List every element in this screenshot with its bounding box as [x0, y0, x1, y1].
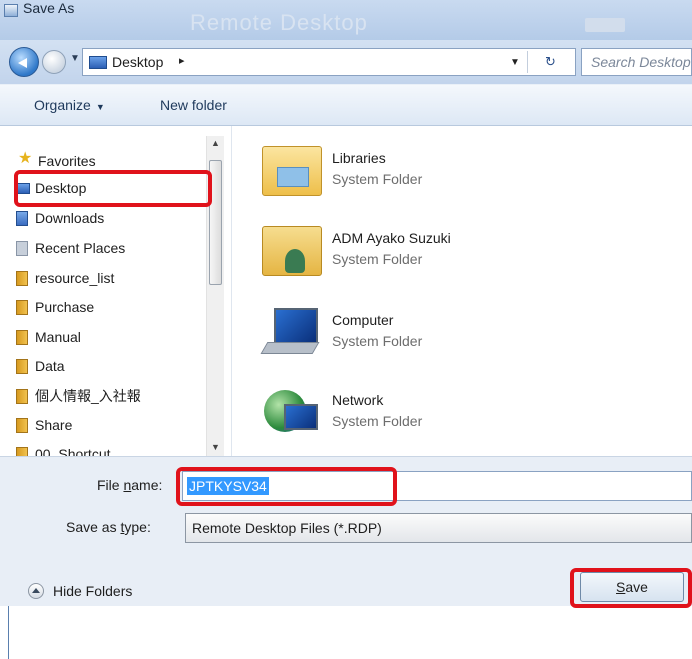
breadcrumb-desktop[interactable]: Desktop	[112, 54, 163, 70]
item-type: System Folder	[332, 171, 423, 187]
network-icon	[262, 388, 322, 438]
sidebar-item-shortcut[interactable]: 00_Shortcut	[16, 440, 111, 456]
favorites-label: Favorites	[38, 153, 96, 169]
sidebar-item-label: Purchase	[35, 299, 95, 315]
folder-icon	[16, 330, 28, 345]
folder-icon	[16, 418, 28, 433]
forward-button[interactable]	[42, 50, 66, 74]
breadcrumb-chevron-icon[interactable]: ▸	[179, 54, 185, 67]
sidebar-item-resource-list[interactable]: resource_list	[16, 264, 115, 292]
sidebar-item-personal-info[interactable]: 個人情報_入社報	[16, 382, 141, 410]
title-bar: Save As Remote Desktop	[0, 0, 692, 40]
star-icon: ★	[18, 150, 33, 167]
item-name: ADM Ayako Suzuki	[332, 230, 451, 246]
search-input[interactable]: Search Desktop	[581, 48, 692, 76]
libraries-icon	[262, 146, 322, 196]
sidebar-item-downloads[interactable]: Downloads	[16, 204, 105, 232]
refresh-icon[interactable]: ↻	[527, 51, 573, 73]
save-form: File name: JPTKYSV34 Save as type: Remot…	[0, 456, 692, 608]
item-type: System Folder	[332, 251, 423, 267]
item-type: System Folder	[332, 333, 423, 349]
scroll-down-icon[interactable]: ▼	[211, 442, 220, 452]
new-folder-button[interactable]: New folder	[160, 97, 227, 113]
list-item[interactable]: ADM Ayako Suzuki System Folder	[262, 220, 662, 276]
file-name-label: File name:	[97, 477, 163, 493]
hide-folders-button[interactable]: Hide Folders	[28, 583, 132, 599]
desktop-folder-icon	[89, 56, 107, 69]
list-item[interactable]: Network System Folder	[262, 382, 662, 438]
item-name: Libraries	[332, 150, 386, 166]
sidebar-item-share[interactable]: Share	[16, 411, 73, 439]
sidebar-item-manual[interactable]: Manual	[16, 323, 81, 351]
user-folder-icon	[262, 226, 322, 276]
item-name: Computer	[332, 312, 394, 328]
item-name: Network	[332, 392, 384, 408]
sidebar-item-label: Data	[35, 358, 65, 374]
address-bar[interactable]: Desktop ▸ ▼ ↻	[82, 48, 576, 76]
computer-icon	[262, 308, 322, 358]
chevron-down-icon: ▼	[95, 102, 105, 112]
downloads-icon	[16, 211, 28, 226]
sidebar-item-label: resource_list	[35, 270, 115, 286]
save-as-type-value: Remote Desktop Files (*.RDP)	[192, 520, 382, 536]
save-as-type-label: Save as type:	[66, 519, 151, 535]
content-pane: Libraries System Folder ADM Ayako Suzuki…	[231, 126, 692, 456]
list-item[interactable]: Computer System Folder	[262, 302, 662, 358]
title-ghost-block	[585, 18, 625, 32]
app-icon	[4, 4, 18, 17]
command-toolbar: Organize ▼ New folder	[0, 84, 692, 126]
highlight-box-save	[570, 568, 692, 608]
sidebar-item-purchase[interactable]: Purchase	[16, 293, 95, 321]
search-placeholder: Search Desktop	[591, 54, 691, 70]
window-title: Save As	[23, 0, 75, 16]
folder-icon	[16, 447, 28, 456]
hide-folders-label: Hide Folders	[53, 583, 133, 599]
sidebar-item-label: Manual	[35, 329, 81, 345]
sidebar-item-label: Downloads	[35, 210, 105, 226]
navigation-row: ▼ Desktop ▸ ▼ ↻ Search Desktop	[0, 40, 692, 84]
navigation-pane: ★ Favorites Desktop Downloads Recent Pla…	[0, 126, 230, 456]
sidebar-item-label: 個人情報_入社報	[35, 388, 141, 404]
organize-label: Organize	[34, 97, 91, 113]
sidebar-item-recent-places[interactable]: Recent Places	[16, 234, 126, 262]
recent-places-icon	[16, 241, 28, 256]
window-title-ghost: Remote Desktop	[190, 10, 368, 35]
sidebar-item-data[interactable]: Data	[16, 352, 65, 380]
recent-pages-dropdown-icon[interactable]: ▼	[70, 53, 80, 64]
list-item[interactable]: Libraries System Folder	[262, 140, 662, 196]
folder-icon	[16, 389, 28, 404]
sidebar-item-label: Share	[35, 417, 73, 433]
highlight-box-file-name	[176, 467, 397, 506]
sidebar-item-label: Recent Places	[35, 240, 126, 256]
item-type: System Folder	[332, 413, 423, 429]
back-button[interactable]	[9, 47, 39, 77]
address-dropdown-icon[interactable]: ▼	[510, 57, 520, 68]
window-border	[8, 606, 9, 659]
chevron-up-icon	[28, 583, 44, 599]
folder-icon	[16, 271, 28, 286]
sidebar-item-label: 00_Shortcut	[35, 446, 111, 456]
highlight-box-desktop	[14, 170, 212, 207]
scroll-up-icon[interactable]: ▲	[211, 138, 220, 148]
save-as-type-select[interactable]: Remote Desktop Files (*.RDP)	[185, 513, 692, 543]
folder-icon	[16, 359, 28, 374]
folder-icon	[16, 300, 28, 315]
organize-button[interactable]: Organize ▼	[34, 97, 105, 113]
